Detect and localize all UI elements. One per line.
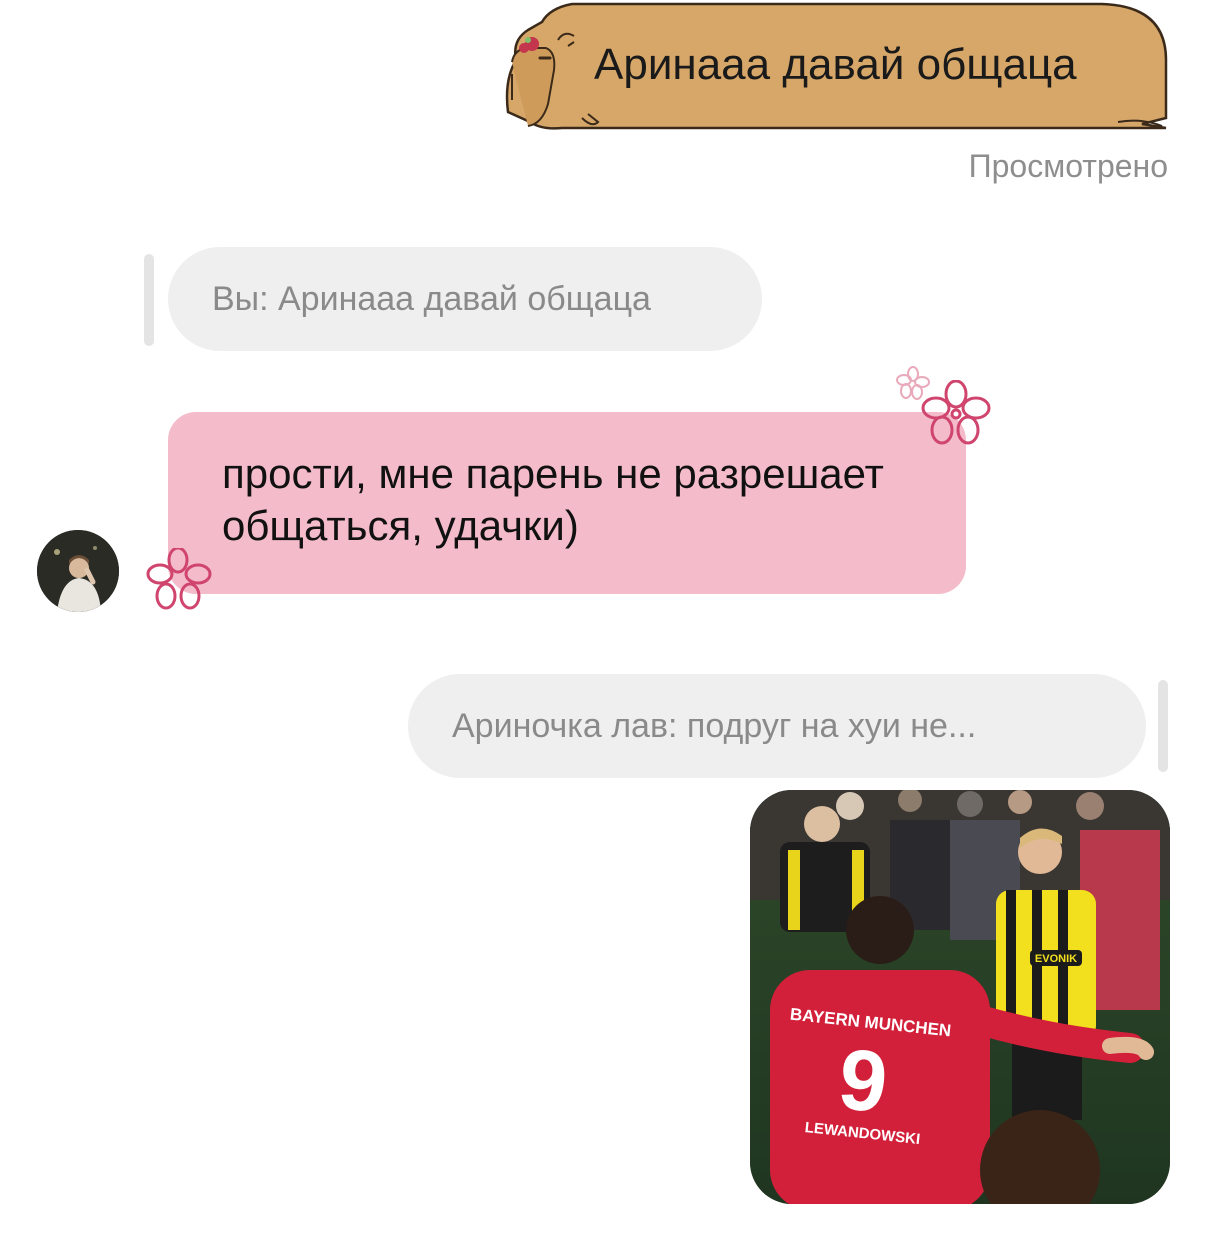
reply-indicator-bar: [1158, 680, 1168, 772]
incoming-message-bubble[interactable]: прости, мне парень не разрешает общаться…: [168, 412, 966, 594]
outgoing-message-bubble[interactable]: Аринааа давай общаца: [502, 0, 1168, 132]
avatar-photo: [37, 530, 119, 612]
chat-screen: Аринааа давай общаца Просмотрено Вы: Ари…: [0, 0, 1206, 1256]
flower-icon: [146, 548, 212, 610]
photo-message[interactable]: EVONIK BAYERN MUNCHEN 9 LEWANDOWSKI: [750, 790, 1170, 1204]
reply-preview[interactable]: Ариночка лав: подруг на хуи не...: [408, 674, 1146, 778]
reply-preview[interactable]: Вы: Аринааа давай общаца: [168, 247, 762, 351]
reply-preview-text: Вы: Аринааа давай общаца: [212, 279, 651, 318]
reply-indicator-bar: [144, 254, 154, 346]
photo-jersey-number: 9: [834, 1031, 892, 1131]
flower-icon: [921, 380, 991, 445]
photo-image: EVONIK BAYERN MUNCHEN 9 LEWANDOWSKI: [750, 790, 1170, 1204]
reply-preview-text: Ариночка лав: подруг на хуи не...: [452, 706, 977, 745]
photo-sponsor-text: EVONIK: [1035, 953, 1077, 965]
incoming-message-text: прости, мне парень не разрешает общаться…: [222, 450, 884, 549]
seen-status: Просмотрено: [968, 148, 1168, 184]
avatar[interactable]: [37, 530, 119, 612]
outgoing-message-text: Аринааа давай общаца: [594, 40, 1077, 89]
